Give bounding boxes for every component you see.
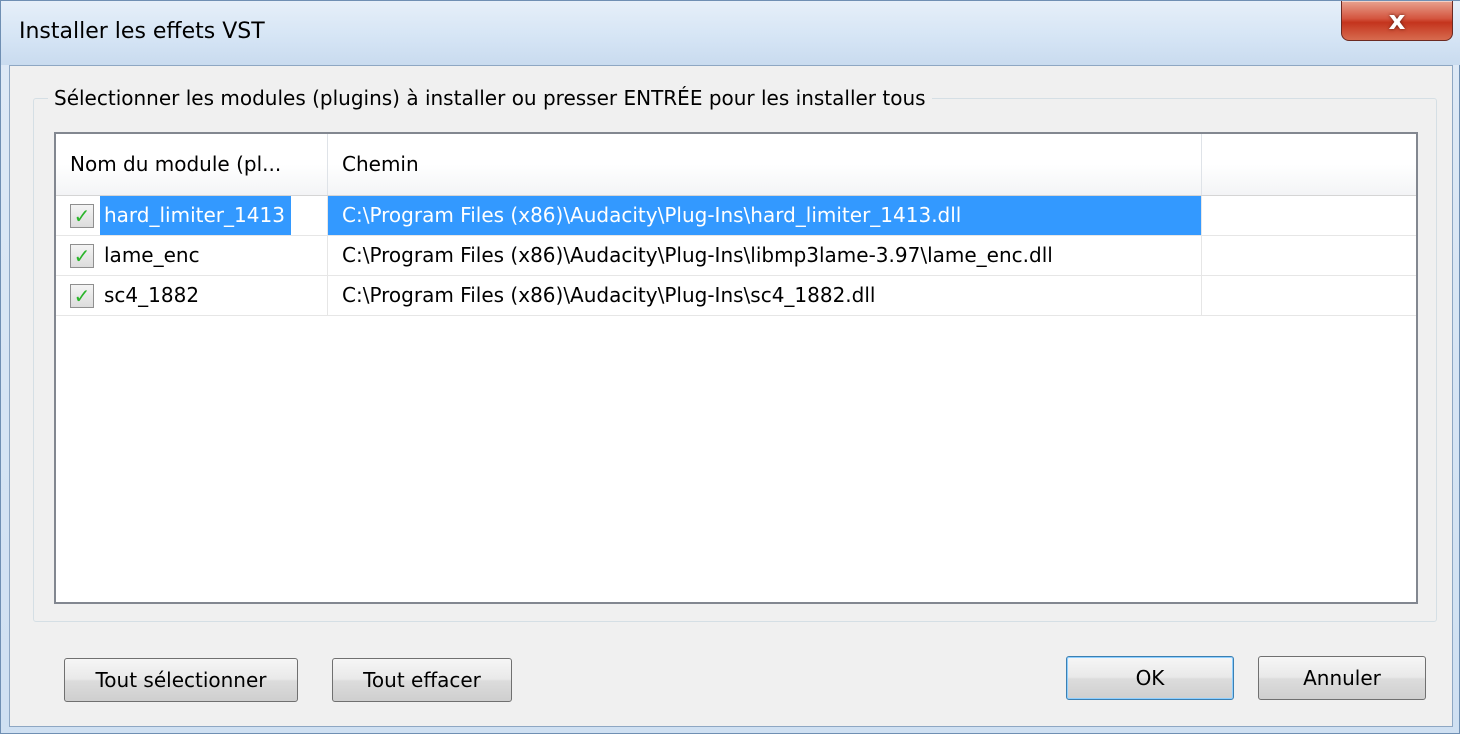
- clear-all-button[interactable]: Tout effacer: [332, 658, 512, 702]
- select-all-button[interactable]: Tout sélectionner: [64, 658, 298, 702]
- close-icon: x: [1388, 5, 1406, 36]
- plugin-path: C:\Program Files (x86)\Audacity\Plug-Ins…: [328, 276, 1202, 315]
- plugin-list[interactable]: Nom du module (pl... Chemin ✓ hard_limit…: [54, 132, 1418, 604]
- column-header-path[interactable]: Chemin: [328, 134, 1202, 195]
- column-header-name[interactable]: Nom du module (pl...: [56, 134, 328, 195]
- row-checkbox[interactable]: ✓: [70, 284, 94, 308]
- checkmark-icon: ✓: [73, 244, 91, 268]
- row-checkbox[interactable]: ✓: [70, 204, 94, 228]
- row-name-cell: ✓ hard_limiter_1413: [56, 196, 328, 235]
- plugin-path: C:\Program Files (x86)\Audacity\Plug-Ins…: [328, 236, 1202, 275]
- column-header-filler: [1202, 134, 1416, 195]
- row-name-cell: ✓ lame_enc: [56, 236, 328, 275]
- plugin-name: hard_limiter_1413: [100, 196, 291, 235]
- checkmark-icon: ✓: [73, 204, 91, 228]
- list-header: Nom du module (pl... Chemin: [56, 134, 1416, 196]
- row-checkbox[interactable]: ✓: [70, 244, 94, 268]
- title-bar[interactable]: Installer les effets VST x: [1, 1, 1460, 65]
- table-row[interactable]: ✓ sc4_1882 C:\Program Files (x86)\Audaci…: [56, 276, 1416, 316]
- table-row[interactable]: ✓ lame_enc C:\Program Files (x86)\Audaci…: [56, 236, 1416, 276]
- plugin-name: sc4_1882: [104, 283, 200, 307]
- checkmark-icon: ✓: [73, 284, 91, 308]
- dialog-client-area: Sélectionner les modules (plugins) à ins…: [9, 65, 1453, 727]
- table-row[interactable]: ✓ hard_limiter_1413 C:\Program Files (x8…: [56, 196, 1416, 236]
- plugin-path: C:\Program Files (x86)\Audacity\Plug-Ins…: [328, 196, 1202, 235]
- window-title: Installer les effets VST: [19, 19, 265, 44]
- plugin-name: lame_enc: [104, 243, 200, 267]
- row-name-cell: ✓ sc4_1882: [56, 276, 328, 315]
- groupbox-label: Sélectionner les modules (plugins) à ins…: [48, 86, 932, 110]
- dialog-window: Installer les effets VST x Sélectionner …: [0, 0, 1460, 734]
- cancel-button[interactable]: Annuler: [1258, 656, 1426, 700]
- ok-button[interactable]: OK: [1066, 656, 1234, 700]
- close-button[interactable]: x: [1341, 1, 1453, 41]
